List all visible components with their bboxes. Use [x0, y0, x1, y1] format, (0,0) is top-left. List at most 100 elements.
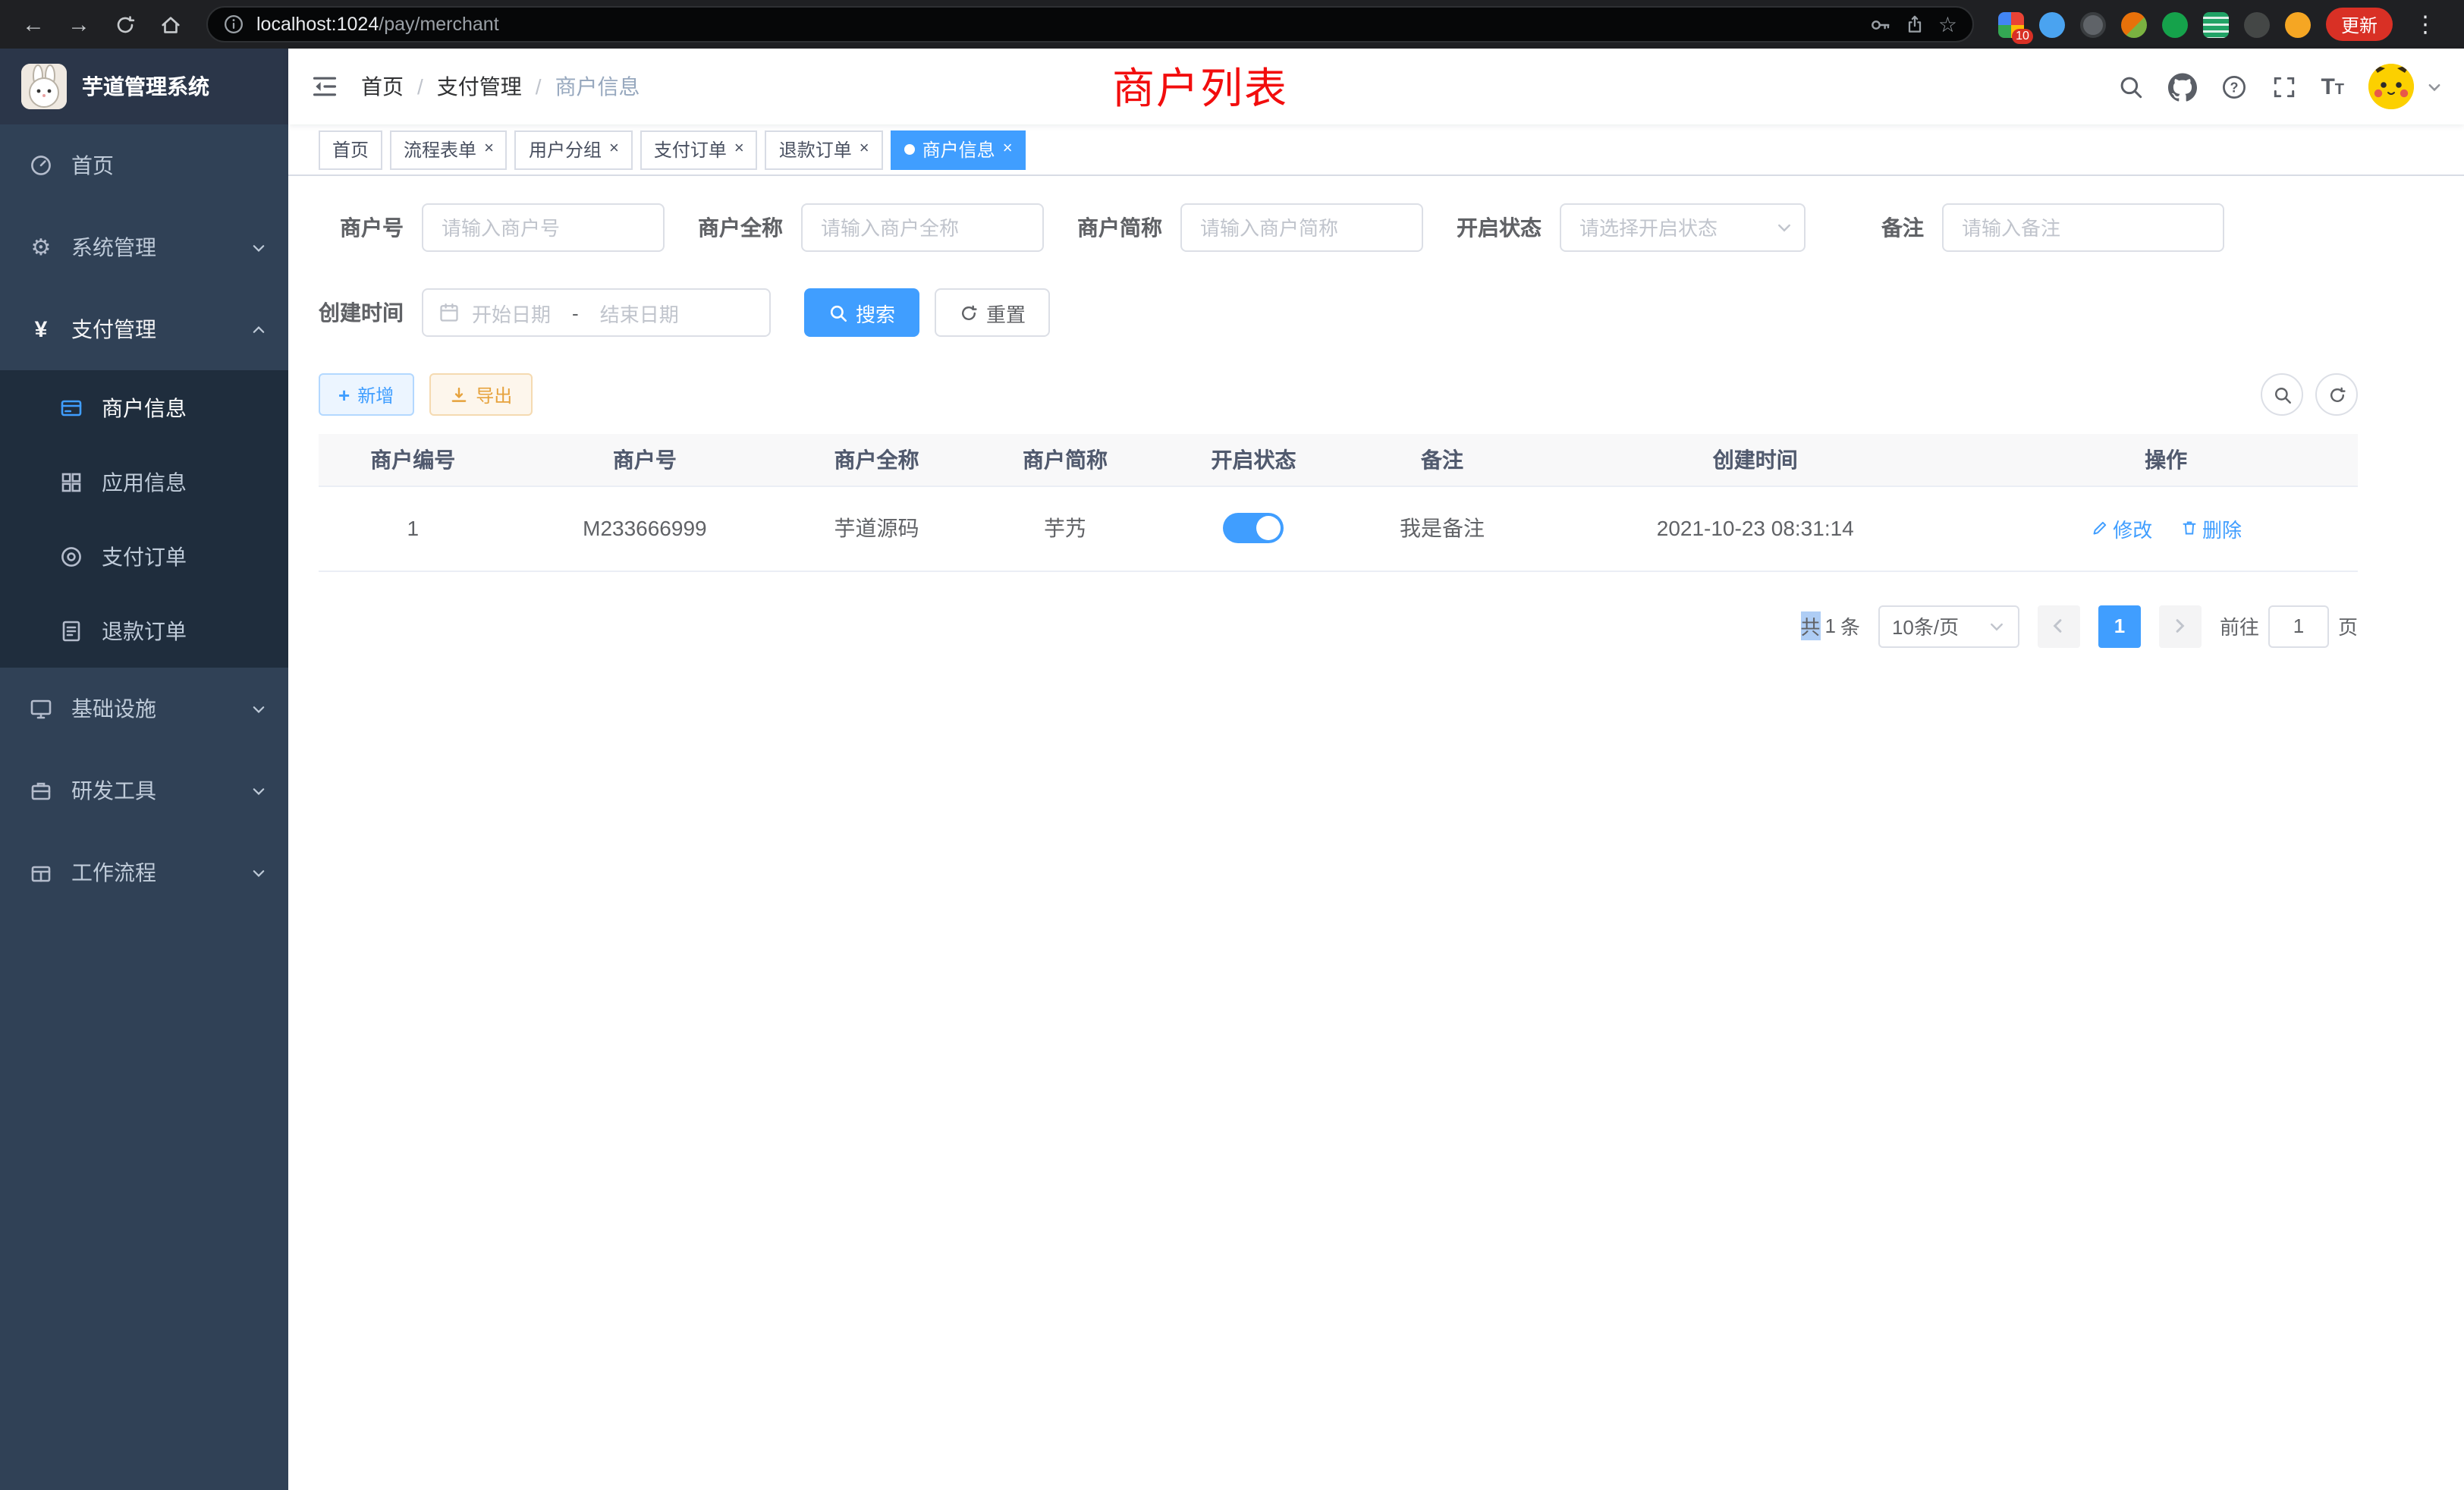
back-button[interactable]: ← — [15, 6, 52, 42]
extension-icon-8[interactable] — [2285, 11, 2311, 37]
table-header-row: 商户编号 商户号 商户全称 商户简称 开启状态 备注 创建时间 操作 — [319, 434, 2358, 486]
page-size-select[interactable]: 10条/页 — [1878, 605, 2019, 647]
user-avatar[interactable] — [2368, 64, 2414, 109]
refresh-table-button[interactable] — [2315, 373, 2358, 416]
bookmark-star-icon[interactable]: ☆ — [1938, 11, 1957, 37]
full-name-input[interactable] — [801, 203, 1044, 252]
status-select[interactable] — [1560, 203, 1806, 252]
close-icon[interactable]: × — [484, 141, 494, 158]
sidebar-item-system[interactable]: ⚙ 系统管理 — [0, 206, 288, 288]
chevron-down-icon — [250, 239, 267, 256]
filter-label: 商户简称 — [1077, 212, 1180, 243]
extension-icon-5[interactable] — [2162, 11, 2188, 37]
font-size-button[interactable]: TT — [2321, 74, 2344, 99]
app-title: 芋道管理系统 — [82, 71, 209, 102]
search-button-label: 搜索 — [856, 298, 895, 327]
pikachu-avatar-icon — [2368, 64, 2414, 109]
share-icon[interactable] — [1905, 14, 1926, 35]
status-select-input[interactable] — [1560, 203, 1806, 252]
extension-icon-4[interactable] — [2121, 11, 2147, 37]
chevron-down-icon — [1988, 617, 2006, 635]
sidebar-item-pay-order[interactable]: 支付订单 — [0, 519, 288, 593]
dashboard-icon — [27, 153, 55, 178]
site-info-icon[interactable] — [223, 14, 244, 35]
extension-icon-1[interactable]: 10 — [1998, 11, 2024, 37]
sidebar-item-merchant-info[interactable]: 商户信息 — [0, 370, 288, 445]
sidebar-item-payment[interactable]: ¥ 支付管理 — [0, 288, 288, 370]
edit-button[interactable]: 修改 — [2090, 514, 2152, 542]
home-icon — [159, 13, 181, 36]
close-icon[interactable]: × — [1003, 141, 1013, 158]
sidebar-item-label: 研发工具 — [71, 775, 250, 806]
sidebar-item-workflow[interactable]: 工作流程 — [0, 831, 288, 913]
tab-pay-order[interactable]: 支付订单 × — [640, 130, 758, 169]
forward-button[interactable]: → — [61, 6, 97, 42]
page-number-1[interactable]: 1 — [2098, 605, 2141, 647]
extension-icon-6[interactable] — [2203, 11, 2229, 37]
header-search-button[interactable] — [2117, 74, 2143, 99]
next-page-button[interactable] — [2159, 605, 2202, 647]
date-range-picker[interactable]: 开始日期 - 结束日期 — [422, 288, 771, 337]
tab-label: 退款订单 — [779, 137, 852, 162]
fullscreen-button[interactable] — [2271, 74, 2296, 99]
sidebar-toggle-button[interactable] — [288, 73, 361, 100]
goto-page-input[interactable] — [2268, 605, 2329, 647]
delete-button[interactable]: 删除 — [2180, 514, 2242, 542]
pagination-total: 共 1 条 — [1800, 611, 1860, 640]
search-button[interactable]: 搜索 — [804, 288, 919, 337]
start-date-placeholder[interactable]: 开始日期 — [472, 298, 551, 327]
export-button[interactable]: 导出 — [429, 373, 532, 416]
sidebar-item-label: 应用信息 — [102, 467, 267, 497]
tab-merchant-info[interactable]: 商户信息 × — [891, 130, 1026, 169]
help-button[interactable]: ? — [2220, 74, 2246, 99]
breadcrumb-current: 商户信息 — [555, 71, 640, 102]
main-area: 首页 / 支付管理 / 商户信息 商户列表 ? — [288, 49, 2464, 1490]
avatar-dropdown-caret[interactable] — [2426, 78, 2443, 95]
box-icon — [27, 860, 55, 885]
reload-button[interactable] — [106, 6, 143, 42]
browser-update-button[interactable]: 更新 — [2326, 8, 2393, 41]
tab-user-group[interactable]: 用户分组 × — [515, 130, 633, 169]
chevron-down-icon — [250, 782, 267, 799]
sidebar-item-app-info[interactable]: 应用信息 — [0, 445, 288, 519]
status-toggle[interactable] — [1224, 513, 1284, 543]
extension-icon-3[interactable] — [2080, 11, 2106, 37]
close-icon[interactable]: × — [734, 141, 744, 158]
sidebar-item-infrastructure[interactable]: 基础设施 — [0, 668, 288, 750]
active-tab-dot — [904, 144, 915, 155]
close-icon[interactable]: × — [860, 141, 869, 158]
tab-label: 首页 — [332, 137, 369, 162]
search-icon — [828, 303, 848, 322]
svg-text:?: ? — [2230, 79, 2238, 94]
extension-icon-2[interactable] — [2039, 11, 2065, 37]
cell-status — [1159, 486, 1348, 571]
sidebar-item-home[interactable]: 首页 — [0, 124, 288, 206]
extension-icon-7[interactable] — [2244, 11, 2270, 37]
remark-input[interactable] — [1942, 203, 2224, 252]
breadcrumb-home[interactable]: 首页 — [361, 71, 404, 102]
short-name-input[interactable] — [1180, 203, 1423, 252]
sidebar-item-refund-order[interactable]: 退款订单 — [0, 593, 288, 668]
sidebar-item-label: 系统管理 — [71, 232, 250, 262]
browser-menu-button[interactable]: ⋮ — [2408, 11, 2443, 38]
reset-button[interactable]: 重置 — [935, 288, 1050, 337]
github-button[interactable] — [2167, 72, 2196, 101]
add-button[interactable]: + 新增 — [319, 373, 413, 416]
payment-submenu: 商户信息 应用信息 支付订单 — [0, 370, 288, 668]
prev-page-button[interactable] — [2038, 605, 2080, 647]
plus-icon: + — [338, 383, 350, 406]
tab-process-form[interactable]: 流程表单 × — [390, 130, 508, 169]
toggle-search-button[interactable] — [2261, 373, 2303, 416]
tab-refund-order[interactable]: 退款订单 × — [765, 130, 883, 169]
end-date-placeholder[interactable]: 结束日期 — [600, 298, 679, 327]
close-icon[interactable]: × — [609, 141, 619, 158]
filter-short-name: 商户简称 — [1077, 203, 1423, 252]
sidebar-item-dev-tools[interactable]: 研发工具 — [0, 750, 288, 831]
breadcrumb-payment[interactable]: 支付管理 — [437, 71, 522, 102]
password-key-icon[interactable] — [1870, 13, 1893, 36]
cell-remark: 我是备注 — [1348, 486, 1537, 571]
merchant-no-input[interactable] — [422, 203, 665, 252]
home-button[interactable] — [152, 6, 188, 42]
tab-home[interactable]: 首页 — [319, 130, 382, 169]
address-bar[interactable]: localhost:1024/pay/merchant ☆ — [206, 6, 1974, 42]
